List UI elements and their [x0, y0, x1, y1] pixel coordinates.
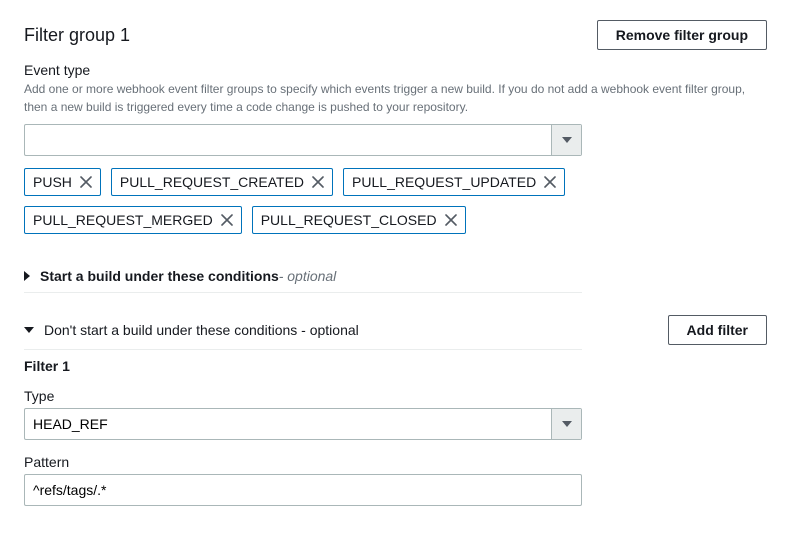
- divider: [24, 292, 582, 293]
- event-type-select[interactable]: [24, 124, 582, 156]
- filter-1-title: Filter 1: [24, 358, 767, 374]
- event-tag-label: PULL_REQUEST_CREATED: [120, 174, 304, 190]
- event-tag-label: PULL_REQUEST_CLOSED: [261, 212, 437, 228]
- filter-group-title: Filter group 1: [24, 25, 130, 46]
- close-icon: [312, 176, 324, 188]
- chevron-right-icon: [24, 271, 30, 281]
- event-tag-label: PUSH: [33, 174, 72, 190]
- event-tag: PULL_REQUEST_UPDATED: [343, 168, 565, 196]
- remove-filter-group-button[interactable]: Remove filter group: [597, 20, 767, 50]
- close-icon: [80, 176, 92, 188]
- event-tag-label: PULL_REQUEST_UPDATED: [352, 174, 536, 190]
- event-type-tags: PUSH PULL_REQUEST_CREATED PULL_REQUEST_U…: [24, 168, 582, 234]
- remove-tag-button[interactable]: [445, 214, 457, 226]
- close-icon: [221, 214, 233, 226]
- event-tag: PUSH: [24, 168, 101, 196]
- remove-tag-button[interactable]: [544, 176, 556, 188]
- event-type-help: Add one or more webhook event filter gro…: [24, 80, 764, 116]
- event-tag: PULL_REQUEST_CREATED: [111, 168, 333, 196]
- start-build-optional: - optional: [279, 268, 337, 284]
- event-tag-label: PULL_REQUEST_MERGED: [33, 212, 213, 228]
- filter-pattern-input[interactable]: [24, 474, 582, 506]
- event-type-label: Event type: [24, 62, 767, 78]
- close-icon: [445, 214, 457, 226]
- dont-start-build-section-toggle[interactable]: Don't start a build under these conditio…: [24, 322, 359, 338]
- remove-tag-button[interactable]: [312, 176, 324, 188]
- filter-pattern-label: Pattern: [24, 454, 767, 470]
- filter-type-select[interactable]: HEAD_REF: [24, 408, 582, 440]
- dont-start-build-optional: - optional: [301, 322, 359, 338]
- remove-tag-button[interactable]: [221, 214, 233, 226]
- add-filter-button[interactable]: Add filter: [668, 315, 767, 345]
- chevron-down-icon: [24, 327, 34, 333]
- event-tag: PULL_REQUEST_MERGED: [24, 206, 242, 234]
- dont-start-build-title: Don't start a build under these conditio…: [44, 322, 297, 338]
- start-build-section-toggle[interactable]: Start a build under these conditions - o…: [24, 262, 767, 290]
- close-icon: [544, 176, 556, 188]
- remove-tag-button[interactable]: [80, 176, 92, 188]
- filter-type-label: Type: [24, 388, 767, 404]
- start-build-title: Start a build under these conditions: [40, 268, 279, 284]
- event-tag: PULL_REQUEST_CLOSED: [252, 206, 466, 234]
- divider: [24, 349, 582, 350]
